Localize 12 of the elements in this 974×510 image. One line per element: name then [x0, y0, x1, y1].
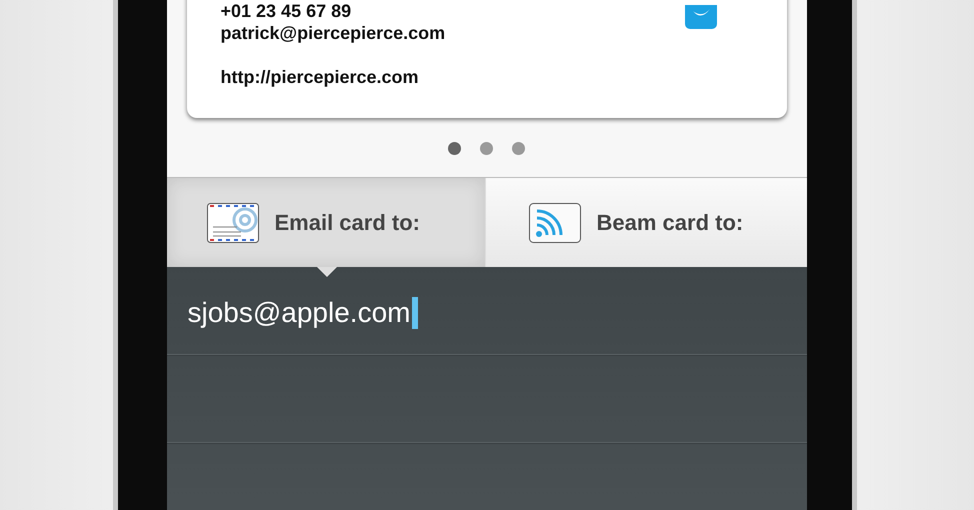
email-address: patrick@piercepierce.com — [220, 22, 446, 44]
page-dot[interactable] — [512, 142, 525, 155]
envelope-icon — [206, 202, 258, 242]
share-tab[interactable]: Beam card to: — [484, 178, 806, 267]
share-tab[interactable]: Email card to: — [166, 178, 484, 267]
text-cursor — [412, 296, 418, 328]
tab-pointer — [316, 267, 336, 277]
signal-waves-icon — [528, 202, 580, 242]
phone-number: +01 23 45 67 89 — [220, 0, 352, 22]
page-dot[interactable] — [448, 142, 461, 155]
email-field[interactable]: sjobs@apple.com — [188, 296, 418, 328]
page-dot[interactable] — [480, 142, 493, 155]
